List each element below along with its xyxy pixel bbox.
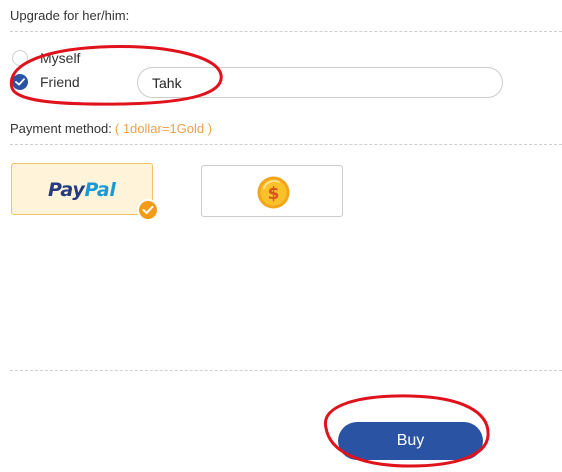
upgrade-section-title: Upgrade for her/him: [10,8,130,23]
divider [10,31,562,32]
payment-method-label: Payment method:( 1dollar=1Gold ) [10,121,212,136]
radio-label-friend: Friend [40,74,80,90]
radio-label-myself: Myself [40,50,81,66]
friend-name-input[interactable] [137,67,503,98]
buy-button[interactable]: Buy [338,422,483,460]
radio-option-friend[interactable]: Friend [12,74,80,90]
divider [10,144,562,145]
radio-checked-icon[interactable] [12,74,28,90]
gold-coin-icon: $ [257,176,290,209]
paypal-logo-pal: Pal [84,179,116,201]
paypal-logo-pay: Pay [48,179,85,201]
payment-option-gold[interactable]: $ [201,165,343,217]
payment-option-paypal[interactable]: PayPal [11,163,159,221]
selected-check-icon [137,199,159,221]
paypal-logo: PayPal [48,179,116,201]
divider [10,370,562,371]
payment-method-text: Payment method: [10,121,112,136]
radio-option-myself[interactable]: Myself [12,50,80,66]
svg-text:$: $ [268,184,280,204]
radio-unchecked-icon[interactable] [12,50,28,66]
exchange-rate-text: ( 1dollar=1Gold ) [114,121,213,136]
